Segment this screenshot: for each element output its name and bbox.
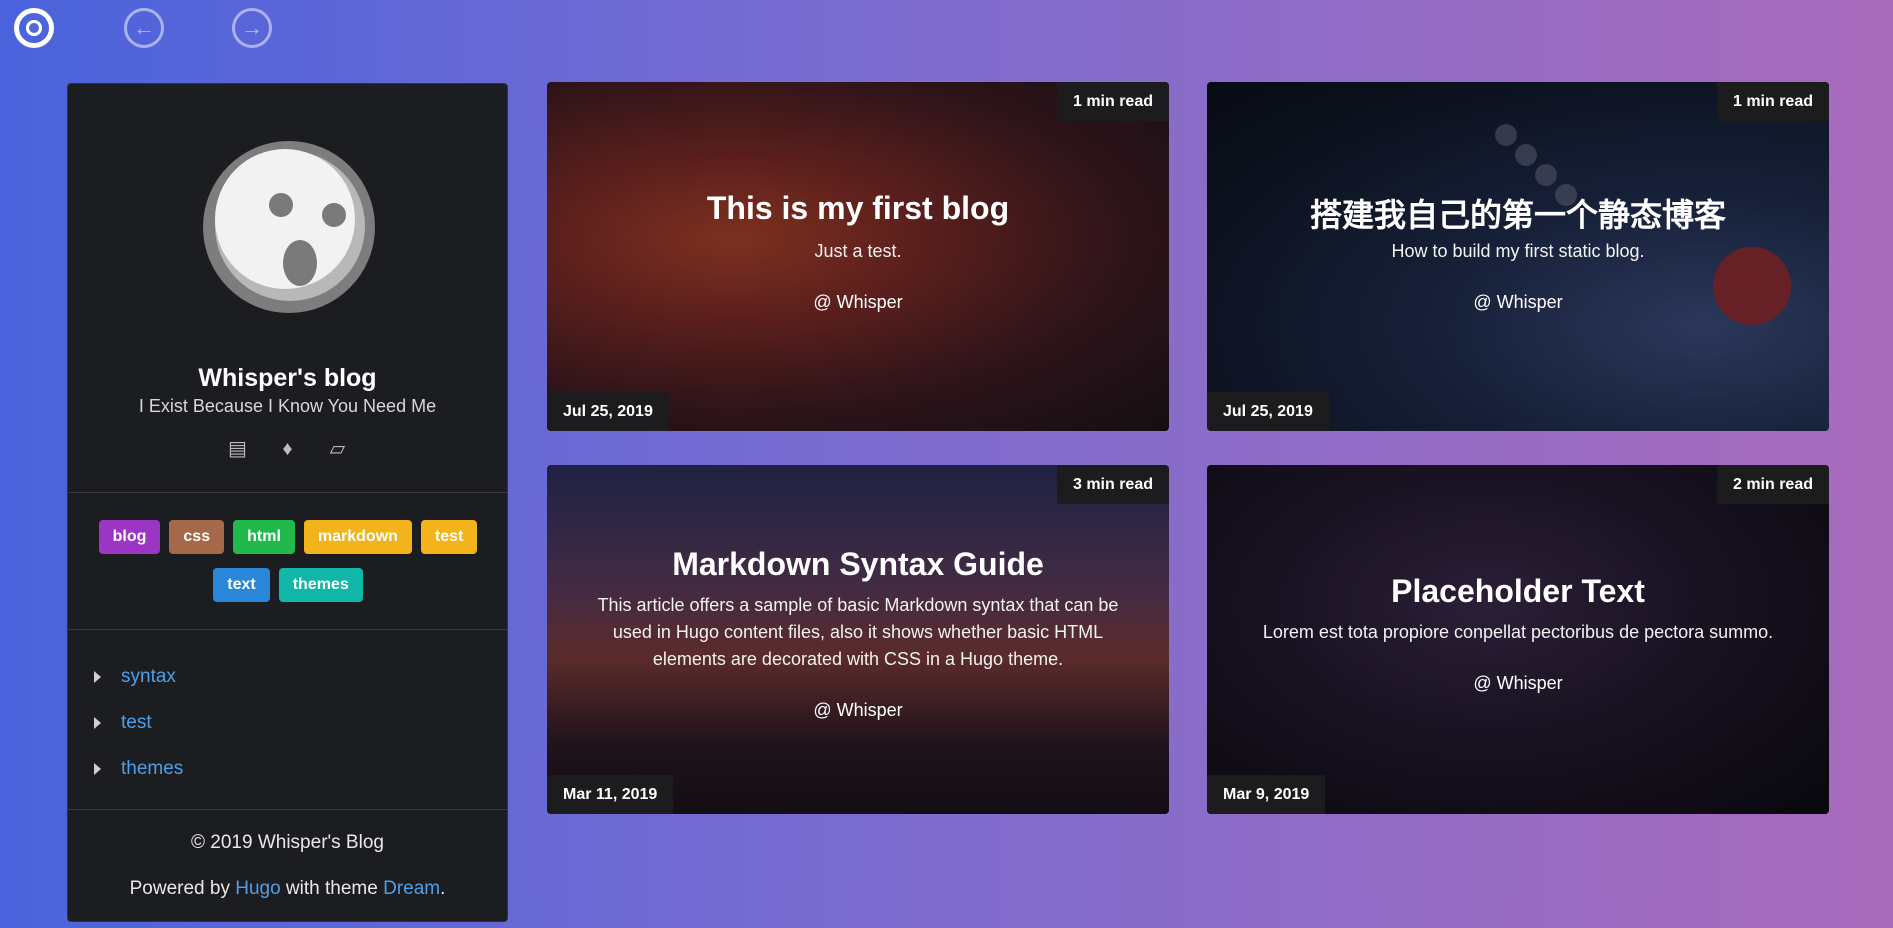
post-date: Jul 25, 2019 [547, 392, 669, 431]
tag-blog[interactable]: blog [98, 520, 161, 554]
sidebar: Whisper's blog I Exist Because I Know Yo… [67, 83, 508, 922]
post-date: Jul 25, 2019 [1207, 392, 1329, 431]
read-time: 3 min read [1056, 465, 1169, 504]
caret-right-icon [94, 717, 101, 729]
powered-by: Powered by Hugo with theme Dream. [129, 878, 446, 899]
post-author: @ Whisper [1473, 292, 1563, 312]
post-title[interactable]: Markdown Syntax Guide [547, 546, 1169, 583]
arrow-left-icon[interactable]: ← [124, 8, 164, 48]
home-target-icon[interactable] [14, 8, 54, 48]
post-card[interactable]: 1 min read This is my first blog Just a … [547, 82, 1169, 431]
post-author: @ Whisper [1473, 673, 1563, 693]
post-description: How to build my first static blog. [1391, 241, 1645, 261]
cube-icon[interactable]: ▱ [327, 439, 349, 459]
category-list: syntax test themes [94, 654, 183, 792]
read-time: 1 min read [1716, 82, 1829, 121]
tag-css[interactable]: css [169, 520, 225, 554]
category-test[interactable]: test [94, 700, 183, 746]
copyright: © 2019 Whisper's Blog [191, 832, 384, 853]
post-description: This article offers a sample of basic Ma… [597, 595, 1119, 669]
archive-icon[interactable]: ▤ [227, 439, 249, 459]
read-time: 1 min read [1056, 82, 1169, 121]
post-card[interactable]: 2 min read Placeholder Text Lorem est to… [1207, 465, 1829, 814]
caret-right-icon [94, 763, 101, 775]
post-description: Lorem est tota propiore conpellat pector… [1262, 622, 1774, 642]
post-date: Mar 9, 2019 [1207, 775, 1326, 814]
post-card[interactable]: 1 min read 搭建我自己的第一个静态博客 How to build my… [1207, 82, 1829, 431]
blog-title: Whisper's blog [198, 364, 377, 392]
post-title[interactable]: This is my first blog [547, 190, 1169, 227]
blog-subtitle: I Exist Because I Know You Need Me [138, 396, 437, 416]
post-card[interactable]: 3 min read Markdown Syntax Guide This ar… [547, 465, 1169, 814]
hugo-link[interactable]: Hugo [235, 878, 280, 899]
arrow-right-icon[interactable]: → [232, 8, 272, 48]
read-time: 2 min read [1716, 465, 1829, 504]
post-title[interactable]: Placeholder Text [1207, 573, 1829, 610]
post-date: Mar 11, 2019 [547, 775, 674, 814]
post-title[interactable]: 搭建我自己的第一个静态博客 [1207, 190, 1829, 236]
avatar[interactable] [203, 141, 375, 313]
tag-text[interactable]: text [213, 568, 270, 602]
dream-link[interactable]: Dream [383, 878, 440, 899]
tags-icon[interactable]: ♦ [277, 439, 299, 459]
category-themes[interactable]: themes [94, 746, 183, 792]
tag-markdown[interactable]: markdown [303, 520, 412, 554]
category-syntax[interactable]: syntax [94, 654, 183, 700]
tag-list: blog css html markdown test text themes [93, 520, 483, 602]
tag-themes[interactable]: themes [278, 568, 363, 602]
caret-right-icon [94, 671, 101, 683]
tag-test[interactable]: test [420, 520, 478, 554]
tag-html[interactable]: html [233, 520, 295, 554]
post-author: @ Whisper [813, 292, 903, 312]
post-author: @ Whisper [813, 700, 903, 720]
post-description: Just a test. [814, 241, 902, 261]
